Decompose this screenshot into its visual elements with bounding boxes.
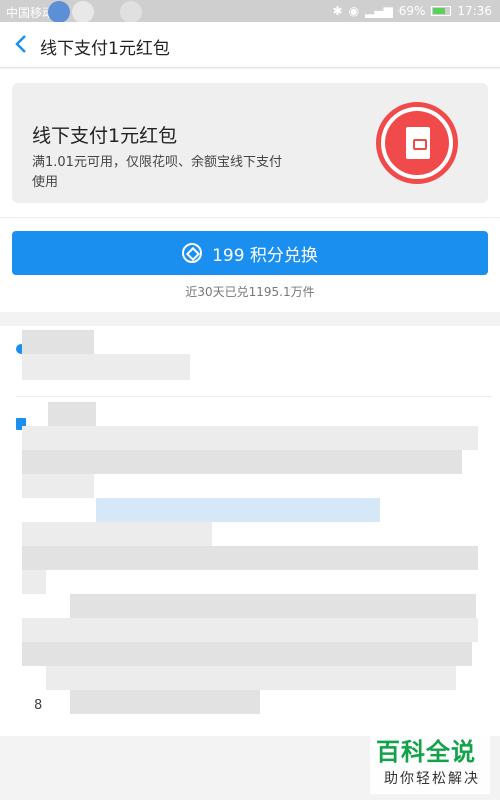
divider [16, 396, 492, 397]
blurred-content [48, 402, 96, 426]
blurred-content [70, 690, 260, 714]
divider [0, 217, 500, 218]
notification-icon [120, 1, 142, 23]
blurred-content [22, 522, 212, 546]
footer-number: 8 [34, 698, 43, 713]
clock: 17:36 [457, 4, 492, 18]
watermark-logo: 百科全说 助你轻松解决 [370, 730, 490, 794]
watermark-subtitle: 助你轻松解决 [384, 771, 480, 787]
notification-icon [72, 1, 94, 23]
page-title: 线下支付1元红包 [40, 39, 170, 59]
coupon-title: 线下支付1元红包 [32, 125, 178, 147]
detail-section: 8 [0, 326, 500, 736]
blurred-content [22, 642, 472, 666]
battery-label: 69% [398, 4, 426, 18]
signal-icon: ▂▄▆ [365, 4, 393, 18]
coupon-description: 满1.01元可用，仅限花呗、余额宝线下支付使用 [32, 155, 282, 190]
blurred-content [22, 546, 478, 570]
blurred-content [96, 498, 380, 522]
blurred-content [22, 426, 478, 450]
nav-bar: 线下支付1元红包 [0, 22, 500, 68]
exchange-button-label: 199 积分兑换 [212, 245, 318, 266]
bluetooth-icon: ✱ [332, 4, 343, 18]
exchange-button[interactable]: 199 积分兑换 [12, 231, 488, 275]
eye-icon: ◉ [348, 4, 360, 18]
watermark-title: 百科全说 [376, 738, 476, 766]
points-icon [182, 243, 203, 263]
coupon-card: 线下支付1元红包 满1.01元可用，仅限花呗、余额宝线下支付使用 [12, 83, 488, 203]
red-envelope-icon [376, 102, 458, 184]
blurred-content [22, 618, 478, 642]
blurred-content [70, 594, 476, 618]
notification-icon [48, 1, 70, 23]
blurred-content [22, 354, 190, 380]
blurred-content [22, 474, 94, 498]
carrier-label: 中国移动 [6, 6, 55, 20]
blurred-content [22, 450, 462, 474]
coupon-section: 线下支付1元红包 满1.01元可用，仅限花呗、余额宝线下支付使用 199 积分兑… [0, 69, 500, 312]
exchange-count: 近30天已兑1195.1万件 [185, 285, 315, 299]
blurred-content [22, 570, 46, 594]
battery-icon [431, 6, 452, 16]
back-arrow-icon[interactable] [14, 34, 28, 54]
blurred-content [22, 330, 94, 356]
blurred-content [46, 666, 456, 690]
status-bar: 中国移动 ✱ ◉ ▂▄▆ 69% 17:36 [0, 0, 500, 23]
